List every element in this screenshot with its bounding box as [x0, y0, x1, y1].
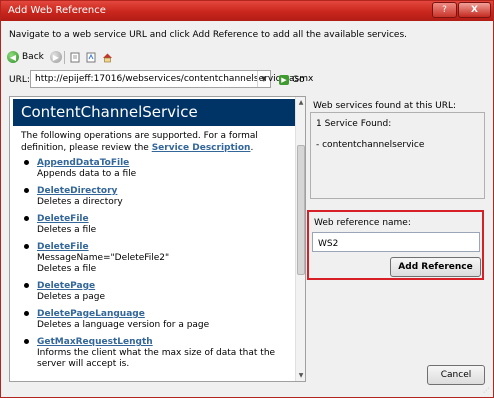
- vertical-scrollbar[interactable]: ▲ ▼: [295, 97, 305, 381]
- forward-icon[interactable]: ▶: [49, 51, 62, 63]
- services-count: 1 Service Found:: [316, 119, 392, 129]
- scroll-down-icon[interactable]: ▼: [296, 370, 305, 381]
- service-intro: The following operations are supported. …: [21, 130, 293, 154]
- operation-description: Appends data to a file: [37, 169, 137, 179]
- bullet-icon: [24, 188, 29, 193]
- operation-link[interactable]: AppendDataToFile: [37, 158, 289, 169]
- url-value: http://epijeff:17016/webservices/content…: [35, 74, 314, 84]
- resize-grip-icon[interactable]: ⋰: [483, 387, 491, 395]
- operation-description: Deletes a directory: [37, 197, 123, 207]
- title-bar[interactable]: Add Web Reference ? X: [1, 1, 493, 21]
- back-icon: ◀: [7, 51, 19, 63]
- operation-description: Deletes a page: [37, 292, 105, 302]
- list-item: AppendDataToFile Appends data to a file: [24, 158, 289, 180]
- web-reference-name-label: Web reference name:: [314, 218, 411, 228]
- bullet-icon: [24, 216, 29, 221]
- services-found-box: 1 Service Found: - contentchannelservice: [310, 112, 485, 199]
- operation-link[interactable]: DeletePage: [37, 281, 289, 292]
- service-title: ContentChannelService: [13, 99, 295, 126]
- service-browser-pane: ContentChannelService The following oper…: [9, 96, 306, 382]
- list-item: DeleteFile Deletes a file: [24, 214, 289, 236]
- operation-link[interactable]: DeleteFile: [37, 242, 289, 253]
- list-item: DeletePageLanguage Deletes a language ve…: [24, 309, 289, 331]
- home-icon[interactable]: [102, 52, 113, 63]
- service-item: - contentchannelservice: [316, 140, 425, 150]
- url-label: URL:: [9, 75, 30, 85]
- intro-end: .: [250, 143, 254, 153]
- web-reference-group: Web reference name: Add Reference: [307, 210, 484, 280]
- go-button[interactable]: ▶ Go: [279, 75, 304, 85]
- window-title: Add Web Reference: [8, 5, 106, 16]
- list-item: DeletePage Deletes a page: [24, 281, 289, 303]
- operation-description: Deletes a file: [37, 225, 97, 235]
- list-item: DeleteFile MessageName="DeleteFile2" Del…: [24, 242, 289, 275]
- operation-description: Deletes a file: [37, 264, 97, 274]
- refresh-icon[interactable]: [86, 52, 97, 63]
- operation-link[interactable]: DeleteDirectory: [37, 186, 289, 197]
- services-found-label: Web services found at this URL:: [313, 101, 457, 111]
- bullet-icon: [24, 339, 29, 344]
- dialog-body: Navigate to a web service URL and click …: [1, 21, 493, 397]
- go-arrow-icon: ▶: [279, 75, 289, 85]
- web-reference-name-input[interactable]: [312, 232, 480, 252]
- instruction-text: Navigate to a web service URL and click …: [9, 30, 407, 40]
- operation-message-name: MessageName="DeleteFile2": [37, 253, 170, 263]
- stop-icon[interactable]: [70, 52, 81, 63]
- operations-list: AppendDataToFile Appends data to a file …: [24, 158, 289, 376]
- toolbar-separator: [63, 50, 65, 64]
- url-combobox[interactable]: http://epijeff:17016/webservices/content…: [30, 70, 313, 88]
- operation-link[interactable]: DeletePageLanguage: [37, 309, 289, 320]
- back-label: Back: [22, 52, 44, 62]
- add-reference-button[interactable]: Add Reference: [390, 257, 481, 277]
- list-item: GetMaxRequestLength Informs the client w…: [24, 337, 289, 370]
- cancel-button[interactable]: Cancel: [427, 365, 485, 385]
- close-button[interactable]: X: [458, 2, 491, 18]
- navigation-toolbar: ◀ Back ▶: [7, 48, 118, 66]
- operation-description: Deletes a language version for a page: [37, 320, 210, 330]
- bullet-icon: [24, 311, 29, 316]
- bullet-icon: [24, 244, 29, 249]
- go-label: Go: [292, 75, 305, 85]
- operation-link[interactable]: DeleteFile: [37, 214, 289, 225]
- chevron-down-icon[interactable]: ▼: [257, 71, 270, 87]
- add-web-reference-dialog: Add Web Reference ? X Navigate to a web …: [0, 0, 494, 398]
- bullet-icon: [24, 160, 29, 165]
- operation-description: Informs the client what the max size of …: [37, 348, 276, 369]
- scroll-up-icon[interactable]: ▲: [296, 97, 305, 108]
- list-item: DeleteDirectory Deletes a directory: [24, 186, 289, 208]
- scroll-thumb[interactable]: [297, 145, 305, 275]
- back-button[interactable]: ◀ Back: [7, 49, 44, 65]
- service-description-link[interactable]: Service Description: [152, 143, 251, 153]
- operation-link[interactable]: GetMaxRequestLength: [37, 337, 289, 348]
- help-button[interactable]: ?: [432, 2, 457, 18]
- bullet-icon: [24, 283, 29, 288]
